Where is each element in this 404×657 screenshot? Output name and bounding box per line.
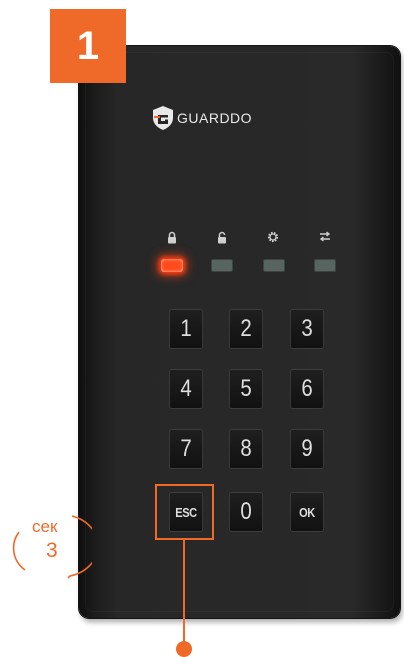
timer-unit-label: сек (32, 517, 58, 536)
key-9[interactable]: 9 (290, 429, 324, 469)
key-2[interactable]: 2 (229, 309, 263, 349)
led-transfer (314, 259, 336, 272)
key-4[interactable]: 4 (169, 369, 203, 409)
key-5[interactable]: 5 (229, 369, 263, 409)
led-unlock (211, 259, 233, 272)
key-1[interactable]: 1 (169, 309, 203, 349)
key-ok[interactable]: OK (290, 492, 324, 532)
step-number-badge: 1 (50, 9, 126, 83)
shield-logo-icon (153, 106, 173, 130)
unlock-icon (215, 231, 229, 245)
gear-icon (266, 231, 280, 245)
key-3[interactable]: 3 (290, 309, 324, 349)
timer-value: 3 (46, 539, 58, 562)
brand-name: GUARDDO (177, 110, 253, 126)
led-settings (263, 259, 285, 272)
key-6[interactable]: 6 (290, 369, 324, 409)
pointer-dot (176, 641, 192, 657)
brand-logo: GUARDDO (152, 104, 252, 132)
key-0[interactable]: 0 (229, 492, 263, 532)
key-8[interactable]: 8 (229, 429, 263, 469)
esc-key-highlight (155, 484, 214, 540)
lock-icon (165, 231, 179, 245)
key-7[interactable]: 7 (169, 429, 203, 469)
transfer-arrows-icon (318, 231, 332, 245)
hold-timer: сек 3 (12, 510, 92, 582)
led-lock (161, 259, 183, 272)
pointer-line (183, 539, 185, 647)
